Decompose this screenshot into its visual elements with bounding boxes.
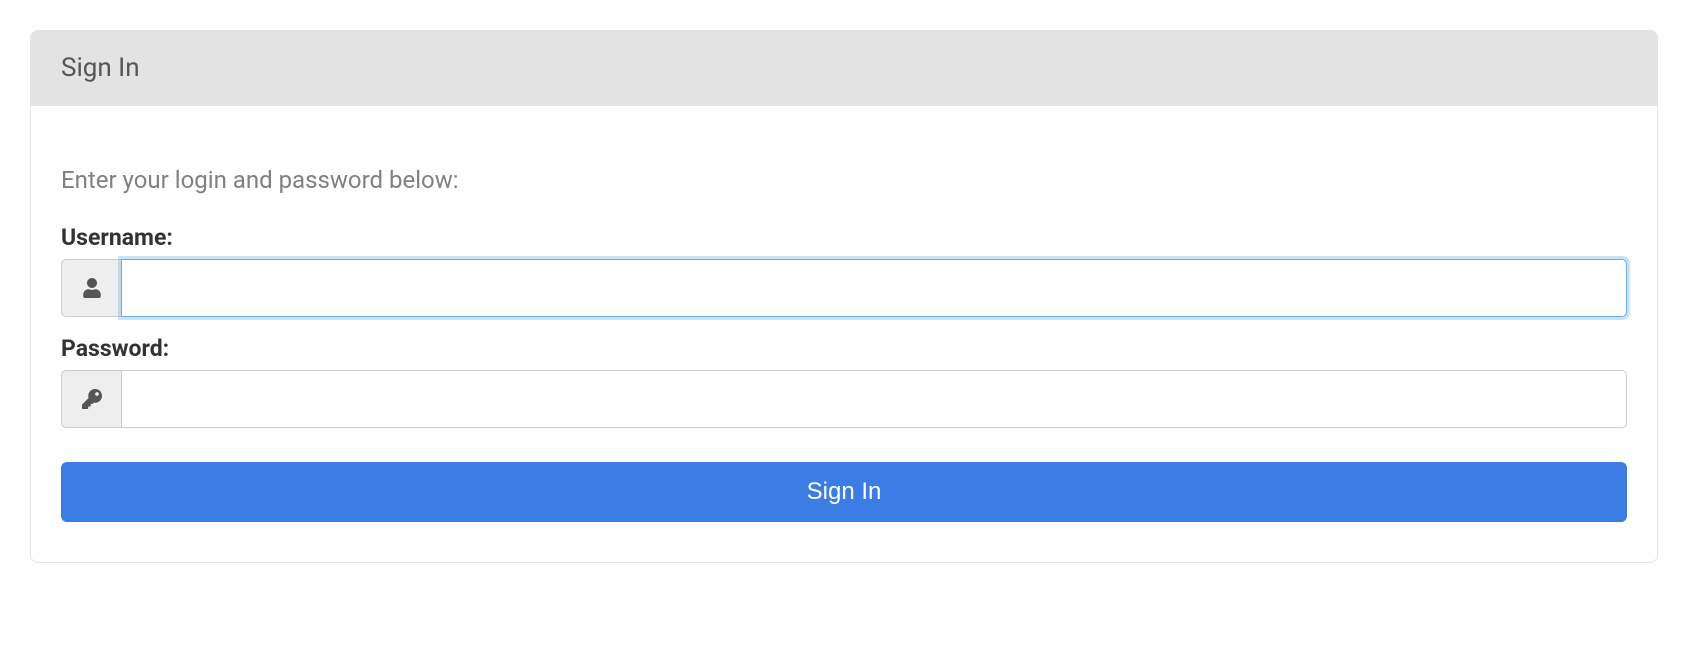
- user-icon: [61, 259, 121, 317]
- signin-button[interactable]: Sign In: [61, 462, 1627, 522]
- password-input[interactable]: [121, 370, 1627, 428]
- instruction-text: Enter your login and password below:: [61, 166, 1627, 194]
- password-group: Password:: [61, 335, 1627, 428]
- username-input[interactable]: [121, 259, 1627, 317]
- username-label: Username:: [61, 224, 1627, 251]
- password-label: Password:: [61, 335, 1627, 362]
- password-input-group: [61, 370, 1627, 428]
- username-input-group: [61, 259, 1627, 317]
- card-header: Sign In: [31, 31, 1657, 106]
- card-title: Sign In: [61, 53, 1627, 83]
- signin-card: Sign In Enter your login and password be…: [30, 30, 1658, 563]
- username-group: Username:: [61, 224, 1627, 317]
- card-body: Enter your login and password below: Use…: [31, 106, 1657, 562]
- key-icon: [61, 370, 121, 428]
